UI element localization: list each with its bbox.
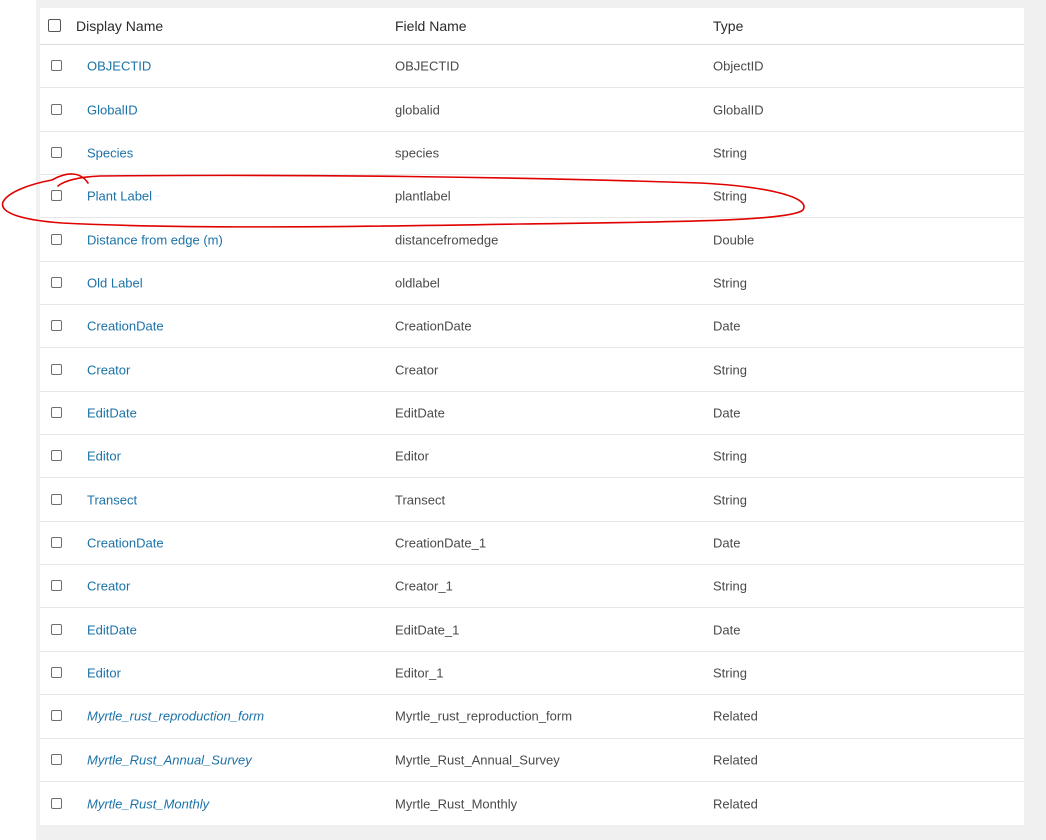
table-row: Creator Creator String (40, 348, 1024, 392)
row-checkbox[interactable] (51, 450, 62, 462)
column-header-field-name[interactable]: Field Name (395, 18, 467, 34)
row-checkbox[interactable] (51, 103, 62, 115)
type-cell: Related (713, 752, 758, 768)
table-row: Myrtle_Rust_Annual_Survey Myrtle_Rust_An… (40, 739, 1024, 782)
display-name-link[interactable]: Plant Label (87, 189, 152, 204)
fields-table: Display Name Field Name Type OBJECTID OB… (40, 8, 1024, 826)
row-checkbox[interactable] (51, 797, 62, 809)
row-checkbox[interactable] (51, 536, 62, 548)
field-name-cell: EditDate_1 (395, 622, 460, 638)
table-row: Plant Label plantlabel String (40, 175, 1024, 219)
table-row: Creator Creator_1 String (40, 565, 1024, 609)
type-cell: Date (713, 405, 741, 421)
display-name-link[interactable]: GlobalID (87, 102, 138, 117)
display-name-link[interactable]: EditDate (87, 405, 137, 420)
display-name-link[interactable]: Myrtle_Rust_Annual_Survey (87, 752, 252, 767)
type-cell: String (713, 492, 747, 508)
select-all-checkbox[interactable] (48, 19, 61, 32)
field-name-cell: Creator (395, 362, 439, 378)
display-name-link[interactable]: Creator (87, 579, 130, 594)
display-name-link[interactable]: Editor (87, 665, 121, 680)
type-cell: GlobalID (713, 102, 764, 118)
field-name-cell: CreationDate (395, 318, 472, 334)
table-row: Myrtle_Rust_Monthly Myrtle_Rust_Monthly … (40, 782, 1024, 825)
row-checkbox[interactable] (51, 190, 62, 202)
type-cell: String (713, 145, 747, 161)
display-name-link[interactable]: OBJECTID (87, 59, 151, 74)
table-row: Editor Editor_1 String (40, 652, 1024, 696)
type-cell: Double (713, 232, 755, 248)
display-name-link[interactable]: Transect (87, 492, 137, 507)
field-name-cell: species (395, 145, 440, 161)
display-name-link[interactable]: Old Label (87, 275, 143, 290)
field-name-cell: distancefromedge (395, 232, 499, 248)
column-header-display-name[interactable]: Display Name (76, 18, 163, 34)
row-checkbox[interactable] (51, 233, 62, 245)
display-name-link[interactable]: CreationDate (87, 319, 164, 334)
field-name-cell: Myrtle_Rust_Monthly (395, 796, 518, 812)
table-row: CreationDate CreationDate Date (40, 305, 1024, 349)
table-row: Myrtle_rust_reproduction_form Myrtle_rus… (40, 695, 1024, 739)
type-cell: String (713, 665, 747, 681)
row-checkbox[interactable] (51, 406, 62, 418)
display-name-link[interactable]: Creator (87, 362, 130, 377)
type-cell: Date (713, 622, 741, 638)
field-name-cell: oldlabel (395, 275, 440, 291)
type-cell: String (713, 362, 747, 378)
table-row: Editor Editor String (40, 435, 1024, 479)
display-name-link[interactable]: Species (87, 145, 133, 160)
field-name-cell: Editor (395, 448, 429, 464)
field-name-cell: globalid (395, 102, 440, 118)
type-cell: Date (713, 535, 741, 551)
display-name-link[interactable]: Myrtle_rust_reproduction_form (87, 709, 264, 724)
field-name-cell: CreationDate_1 (395, 535, 487, 551)
table-row: Species species String (40, 132, 1024, 176)
field-name-cell: Myrtle_rust_reproduction_form (395, 708, 573, 724)
table-row: GlobalID globalid GlobalID (40, 88, 1024, 132)
type-cell: String (713, 448, 747, 464)
table-row: EditDate EditDate_1 Date (40, 608, 1024, 652)
table-row: OBJECTID OBJECTID ObjectID (40, 45, 1024, 89)
column-header-type[interactable]: Type (713, 18, 743, 34)
field-name-cell: OBJECTID (395, 58, 460, 74)
row-checkbox[interactable] (51, 580, 62, 592)
display-name-link[interactable]: CreationDate (87, 535, 164, 550)
type-cell: String (713, 188, 747, 204)
field-name-cell: Editor_1 (395, 665, 444, 681)
type-cell: Related (713, 708, 758, 724)
row-checkbox[interactable] (51, 623, 62, 635)
type-cell: Related (713, 796, 758, 812)
row-checkbox[interactable] (51, 146, 62, 158)
row-checkbox[interactable] (51, 320, 62, 332)
type-cell: Date (713, 318, 741, 334)
type-cell: String (713, 578, 747, 594)
field-name-cell: Creator_1 (395, 578, 453, 594)
type-cell: ObjectID (713, 58, 764, 74)
type-cell: String (713, 275, 747, 291)
display-name-link[interactable]: EditDate (87, 622, 137, 637)
row-checkbox[interactable] (51, 493, 62, 505)
table-row: EditDate EditDate Date (40, 392, 1024, 436)
row-checkbox[interactable] (51, 363, 62, 375)
display-name-link[interactable]: Myrtle_Rust_Monthly (87, 796, 209, 811)
display-name-link[interactable]: Distance from edge (m) (87, 232, 223, 247)
table-row: CreationDate CreationDate_1 Date (40, 522, 1024, 566)
row-checkbox[interactable] (51, 710, 62, 722)
field-name-cell: plantlabel (395, 188, 451, 204)
display-name-link[interactable]: Editor (87, 449, 121, 464)
field-name-cell: Myrtle_Rust_Annual_Survey (395, 752, 560, 768)
row-checkbox[interactable] (51, 60, 62, 72)
table-row: Old Label oldlabel String (40, 262, 1024, 306)
field-name-cell: Transect (395, 492, 446, 508)
table-header: Display Name Field Name Type (40, 8, 1024, 45)
row-checkbox[interactable] (51, 666, 62, 678)
table-row: Transect Transect String (40, 478, 1024, 522)
table-row: Distance from edge (m) distancefromedge … (40, 218, 1024, 262)
field-name-cell: EditDate (395, 405, 445, 421)
row-checkbox[interactable] (51, 753, 62, 765)
left-gutter (0, 0, 36, 840)
row-checkbox[interactable] (51, 276, 62, 288)
